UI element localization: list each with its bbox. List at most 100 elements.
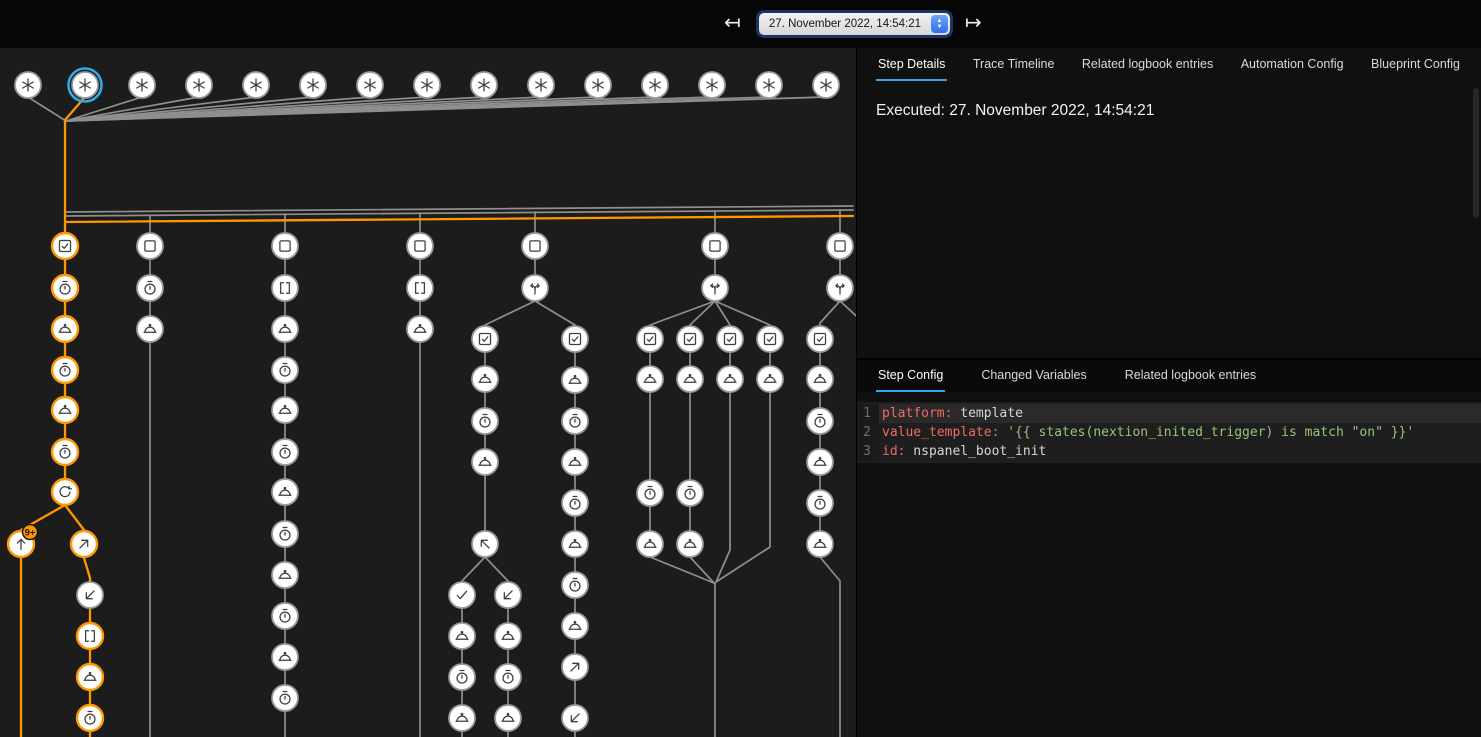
node-bell[interactable]: [637, 366, 663, 392]
node-asterisk[interactable]: [186, 72, 212, 98]
node-split[interactable]: [522, 275, 548, 301]
node-arrow-up-left[interactable]: [472, 531, 498, 557]
node-arrow-up-right[interactable]: [562, 654, 588, 680]
node-timer[interactable]: [52, 357, 78, 383]
node-brackets[interactable]: [407, 275, 433, 301]
node-split[interactable]: [827, 275, 853, 301]
tab-automation-config[interactable]: Automation Config: [1239, 48, 1346, 81]
node-timer[interactable]: [52, 439, 78, 465]
node-timer[interactable]: [137, 275, 163, 301]
node-bell[interactable]: [472, 449, 498, 475]
node-checkbox[interactable]: [472, 326, 498, 352]
node-square[interactable]: [522, 233, 548, 259]
node-bell[interactable]: [807, 366, 833, 392]
next-run-arrow-icon[interactable]: ↦: [965, 13, 982, 33]
node-bell[interactable]: [562, 613, 588, 639]
node-bell[interactable]: [677, 531, 703, 557]
node-asterisk[interactable]: [699, 72, 725, 98]
node-square[interactable]: [137, 233, 163, 259]
node-bell[interactable]: [272, 397, 298, 423]
node-timer[interactable]: [562, 572, 588, 598]
node-checkbox[interactable]: [807, 326, 833, 352]
node-timer[interactable]: [562, 490, 588, 516]
node-checkbox[interactable]: [637, 326, 663, 352]
node-split[interactable]: [702, 275, 728, 301]
node-bell[interactable]: [757, 366, 783, 392]
node-timer[interactable]: [272, 603, 298, 629]
node-arrow-up-right[interactable]: [71, 531, 97, 557]
node-timer[interactable]: [562, 408, 588, 434]
node-brackets[interactable]: [272, 275, 298, 301]
node-bell[interactable]: [137, 316, 163, 342]
node-checkbox[interactable]: [677, 326, 703, 352]
node-bell[interactable]: [472, 366, 498, 392]
node-bell[interactable]: [272, 562, 298, 588]
node-timer[interactable]: [52, 275, 78, 301]
node-square[interactable]: [272, 233, 298, 259]
node-timer[interactable]: [807, 408, 833, 434]
tab-step-details[interactable]: Step Details: [876, 48, 947, 81]
node-bell[interactable]: [449, 623, 475, 649]
node-bell[interactable]: [637, 531, 663, 557]
node-asterisk[interactable]: [357, 72, 383, 98]
node-bell[interactable]: [677, 366, 703, 392]
node-bell[interactable]: [495, 623, 521, 649]
node-arrow-down-left[interactable]: [562, 705, 588, 731]
node-asterisk[interactable]: [642, 72, 668, 98]
node-checkbox[interactable]: [717, 326, 743, 352]
node-check[interactable]: [449, 582, 475, 608]
node-checkbox[interactable]: [562, 326, 588, 352]
node-bell[interactable]: [717, 366, 743, 392]
node-bell[interactable]: [52, 397, 78, 423]
node-timer[interactable]: [272, 521, 298, 547]
trace-run-select[interactable]: 27. November 2022, 14:54:21 ▲ ▼: [759, 13, 950, 35]
node-timer[interactable]: [449, 664, 475, 690]
node-brackets[interactable]: [77, 623, 103, 649]
node-bell[interactable]: [562, 531, 588, 557]
node-arrow-down-left[interactable]: [77, 582, 103, 608]
node-timer[interactable]: [77, 705, 103, 731]
node-asterisk[interactable]: [129, 72, 155, 98]
node-bell[interactable]: [407, 316, 433, 342]
node-bell[interactable]: [52, 316, 78, 342]
node-checkbox[interactable]: [757, 326, 783, 352]
node-bell[interactable]: [562, 449, 588, 475]
node-asterisk[interactable]: [471, 72, 497, 98]
tab-trace-timeline[interactable]: Trace Timeline: [971, 48, 1057, 81]
node-arrow-up[interactable]: 9+: [8, 525, 38, 558]
node-bell[interactable]: [272, 479, 298, 505]
tab-related-logbook-entries[interactable]: Related logbook entries: [1123, 360, 1258, 392]
node-timer[interactable]: [272, 439, 298, 465]
tab-related-logbook-entries[interactable]: Related logbook entries: [1080, 48, 1215, 81]
node-checkbox[interactable]: [52, 233, 78, 259]
tab-step-config[interactable]: Step Config: [876, 360, 945, 392]
tab-blueprint-config[interactable]: Blueprint Config: [1369, 48, 1462, 81]
node-bell[interactable]: [272, 644, 298, 670]
node-asterisk[interactable]: [69, 69, 102, 102]
previous-run-arrow-icon[interactable]: ↤: [724, 13, 741, 33]
node-bell[interactable]: [77, 664, 103, 690]
node-asterisk[interactable]: [813, 72, 839, 98]
node-asterisk[interactable]: [528, 72, 554, 98]
node-bell[interactable]: [562, 367, 588, 393]
node-asterisk[interactable]: [414, 72, 440, 98]
node-square[interactable]: [827, 233, 853, 259]
node-bell[interactable]: [449, 705, 475, 731]
node-timer[interactable]: [472, 408, 498, 434]
node-bell[interactable]: [807, 531, 833, 557]
node-bell[interactable]: [495, 705, 521, 731]
node-arrow-down-left[interactable]: [495, 582, 521, 608]
node-asterisk[interactable]: [243, 72, 269, 98]
node-bell[interactable]: [272, 316, 298, 342]
node-asterisk[interactable]: [585, 72, 611, 98]
node-timer[interactable]: [495, 664, 521, 690]
node-asterisk[interactable]: [15, 72, 41, 98]
node-bell[interactable]: [807, 449, 833, 475]
node-refresh[interactable]: [52, 479, 78, 505]
panel-scrollbar[interactable]: [1473, 88, 1479, 218]
node-timer[interactable]: [807, 490, 833, 516]
tab-changed-variables[interactable]: Changed Variables: [979, 360, 1088, 392]
node-asterisk[interactable]: [756, 72, 782, 98]
node-timer[interactable]: [272, 685, 298, 711]
node-asterisk[interactable]: [300, 72, 326, 98]
